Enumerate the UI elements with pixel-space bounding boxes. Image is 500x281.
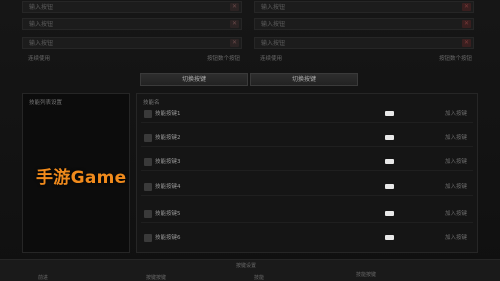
skill-row[interactable]: 技能按键2 加入按键 [141, 129, 473, 147]
game-settings-screen: 输入按钮 ✕ 输入按钮 ✕ 输入按钮 ✕ 连续使用 按钮数个按钮 输入按钮 ✕ … [0, 0, 500, 281]
key-input-left-2[interactable]: 输入按钮 ✕ [22, 18, 242, 30]
row-divider [141, 146, 473, 147]
bottom-col-skill-keys: 技能按键 [356, 272, 377, 278]
switch-keys-button[interactable]: 切换按键 [140, 73, 248, 86]
skill-icon [144, 234, 152, 242]
bottom-col-skill: 技能 [254, 275, 265, 281]
close-icon[interactable]: ✕ [230, 39, 239, 47]
left-footer-value: 按钮数个按钮 [206, 56, 240, 62]
key-input-left-1[interactable]: 输入按钮 ✕ [22, 1, 242, 13]
key-input-left-3[interactable]: 输入按钮 ✕ [22, 37, 242, 49]
skill-row[interactable]: 技能按键3 加入按键 [141, 153, 473, 171]
add-key-link[interactable]: 加入按键 [445, 182, 467, 192]
skill-icon [144, 110, 152, 118]
skill-list-header: 技能列表设置 [29, 100, 63, 106]
key-input-placeholder: 输入按钮 [29, 40, 54, 47]
key-input-placeholder: 输入按钮 [29, 21, 54, 28]
skill-row[interactable]: 技能按键4 加入按键 [141, 178, 473, 196]
key-input-placeholder: 输入按钮 [261, 40, 286, 47]
add-key-link[interactable]: 加入按键 [445, 157, 467, 167]
skill-icon [144, 183, 152, 191]
close-icon[interactable]: ✕ [230, 3, 239, 11]
key-slot-icon[interactable] [385, 211, 394, 216]
bottom-col-keys: 按键按键 [146, 275, 167, 281]
row-divider [141, 122, 473, 123]
left-footer-label: 连续使用 [28, 56, 51, 62]
key-input-right-3[interactable]: 输入按钮 ✕ [254, 37, 474, 49]
bottom-col-forward: 前进 [38, 275, 49, 281]
add-key-link[interactable]: 加入按键 [445, 109, 467, 119]
close-icon[interactable]: ✕ [462, 3, 471, 11]
site-watermark: 手游Game [36, 168, 127, 188]
add-key-link[interactable]: 加入按键 [445, 133, 467, 143]
key-input-placeholder: 输入按钮 [29, 4, 54, 11]
left-footer-row: 连续使用 按钮数个按钮 [28, 54, 240, 64]
key-input-right-2[interactable]: 输入按钮 ✕ [254, 18, 474, 30]
add-key-link[interactable]: 加入按键 [445, 233, 467, 243]
key-slot-icon[interactable] [385, 135, 394, 140]
skill-row[interactable]: 技能按键5 加入按键 [141, 205, 473, 223]
skill-name: 技能按键1 [155, 111, 181, 117]
skill-name: 技能按键6 [155, 235, 181, 241]
add-key-link[interactable]: 加入按键 [445, 209, 467, 219]
right-footer-label: 连续使用 [260, 56, 283, 62]
skill-name: 技能按键5 [155, 211, 181, 217]
skill-name: 技能按键3 [155, 159, 181, 165]
right-footer-value: 按钮数个按钮 [438, 56, 472, 62]
key-input-right-1[interactable]: 输入按钮 ✕ [254, 1, 474, 13]
close-icon[interactable]: ✕ [230, 20, 239, 28]
key-slot-icon[interactable] [385, 111, 394, 116]
close-icon[interactable]: ✕ [462, 20, 471, 28]
row-divider [141, 195, 473, 196]
bottom-key-settings-bar: 按键设置 前进 按键按键 技能 技能按键 [0, 259, 500, 281]
skill-icon [144, 210, 152, 218]
row-divider [141, 222, 473, 223]
key-slot-icon[interactable] [385, 184, 394, 189]
key-slot-icon[interactable] [385, 159, 394, 164]
bottom-title: 按键设置 [236, 263, 257, 269]
skill-icon [144, 158, 152, 166]
skill-row[interactable]: 技能按键6 加入按键 [141, 229, 473, 247]
right-footer-row: 连续使用 按钮数个按钮 [260, 54, 472, 64]
skill-name: 技能按键4 [155, 184, 181, 190]
row-divider [141, 170, 473, 171]
skill-row[interactable]: 技能按键1 加入按键 [141, 105, 473, 123]
key-input-placeholder: 输入按钮 [261, 4, 286, 11]
key-slot-icon[interactable] [385, 235, 394, 240]
skill-name: 技能按键2 [155, 135, 181, 141]
close-icon[interactable]: ✕ [462, 39, 471, 47]
skill-binding-panel: 技能名 技能按键1 加入按键 技能按键2 加入按键 技能按键3 加入按键 技能按… [136, 93, 478, 253]
skill-icon [144, 134, 152, 142]
secondary-keys-button[interactable]: 切换按键 [250, 73, 358, 86]
key-input-placeholder: 输入按钮 [261, 21, 286, 28]
